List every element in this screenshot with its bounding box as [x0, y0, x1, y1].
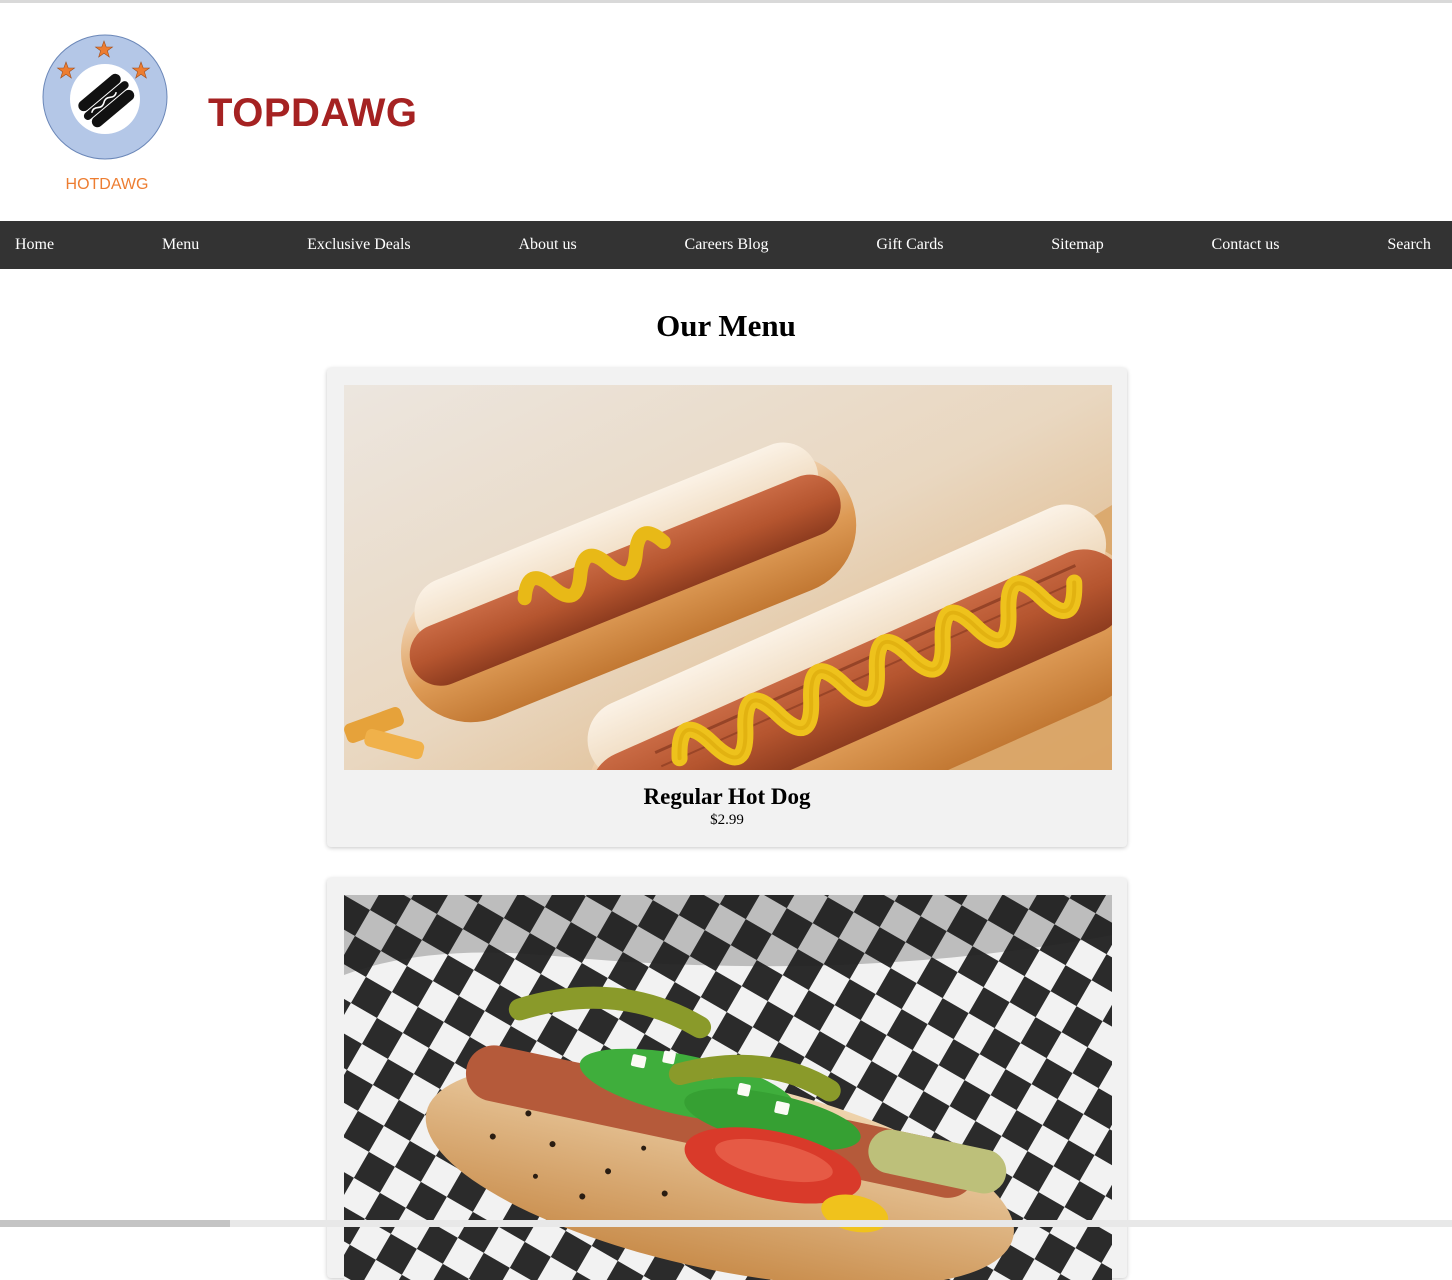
nav-item-sitemap[interactable]: Sitemap: [1051, 236, 1103, 254]
main-nav: Home Menu Exclusive Deals About us Caree…: [0, 221, 1452, 269]
nav-item-home[interactable]: Home: [15, 236, 54, 254]
nav-item-careers-blog[interactable]: Careers Blog: [685, 236, 769, 254]
nav-item-exclusive-deals[interactable]: Exclusive Deals: [307, 236, 411, 254]
nav-item-gift-cards[interactable]: Gift Cards: [876, 236, 943, 254]
menu-item-name: Regular Hot Dog: [643, 784, 811, 809]
scrollbar-thumb[interactable]: [0, 1220, 230, 1227]
hot-dog-with-mustard-photo: [344, 385, 1112, 770]
svg-text:HOTDAWG: HOTDAWG: [66, 176, 149, 193]
hotdawg-logo[interactable]: HOTDAWG: [36, 27, 180, 199]
brand-title: TOPDAWG: [208, 91, 418, 135]
nav-item-menu[interactable]: Menu: [162, 236, 199, 254]
horizontal-scrollbar[interactable]: [0, 1220, 1452, 1227]
page-title: Our Menu: [656, 308, 796, 343]
nav-item-contact-us[interactable]: Contact us: [1212, 236, 1280, 254]
nav-item-about-us[interactable]: About us: [518, 236, 576, 254]
menu-item-price: $2.99: [710, 812, 744, 828]
menu-item-card[interactable]: Regular Hot Dog $2.99: [327, 368, 1127, 847]
site-header: HOTDAWG TOPDAWG: [0, 3, 1452, 221]
menu-item-card[interactable]: [327, 878, 1127, 1280]
nav-item-search[interactable]: Search: [1387, 236, 1431, 254]
